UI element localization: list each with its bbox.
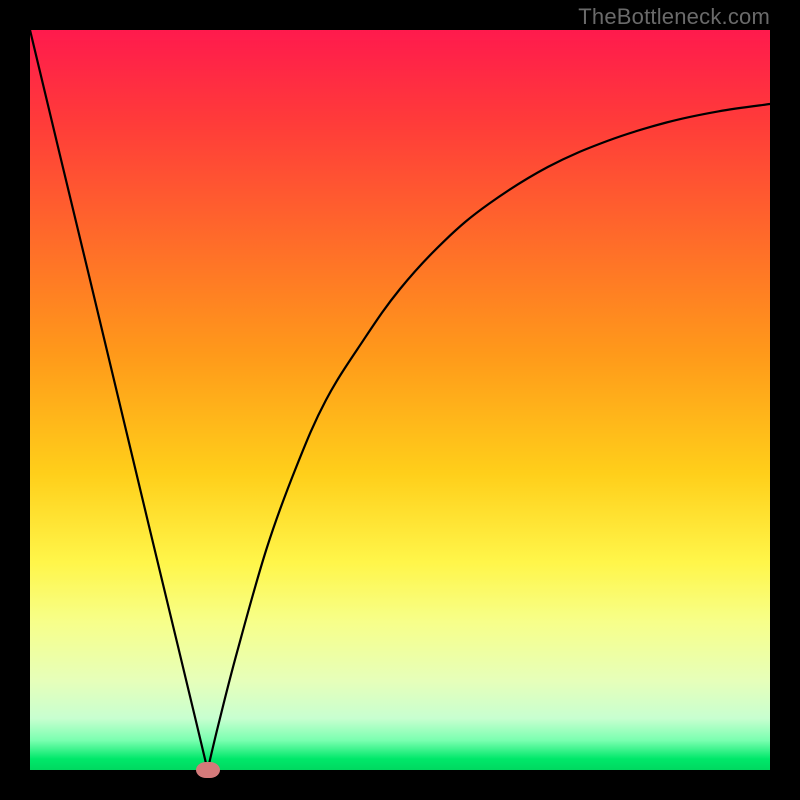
curve-svg [30,30,770,770]
curve-left-branch [30,30,208,770]
curve-right-branch [208,104,770,770]
watermark-text: TheBottleneck.com [578,4,770,30]
min-marker [196,762,220,778]
chart-frame: TheBottleneck.com [0,0,800,800]
plot-area [30,30,770,770]
